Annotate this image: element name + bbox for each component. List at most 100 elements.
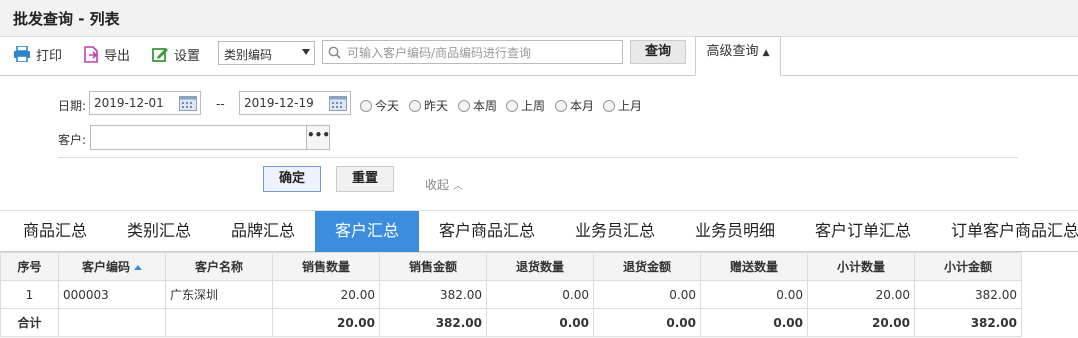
collapse-link[interactable]: 收起 ︿ — [425, 176, 463, 193]
title-bar: 批发查询 - 列表 — [0, 0, 1078, 37]
col-header[interactable]: 小计金额 — [914, 252, 1022, 281]
table-cell — [165, 308, 273, 337]
export-button[interactable]: 导出 — [83, 43, 130, 65]
table-cell: 20.00 — [807, 280, 915, 309]
panel-divider — [0, 75, 1078, 76]
confirm-button[interactable]: 确定 — [263, 166, 321, 192]
caret-up-icon: ▲ — [762, 48, 770, 58]
settings-button[interactable]: 设置 — [152, 43, 200, 65]
print-label: 打印 — [36, 48, 63, 64]
customer-input[interactable] — [90, 125, 307, 150]
reset-button[interactable]: 重置 — [336, 166, 394, 192]
chevron-down-icon — [302, 49, 310, 55]
col-header[interactable]: 小计数量 — [807, 252, 915, 281]
table-cell: 广东深圳 — [165, 280, 273, 309]
search-icon — [328, 46, 341, 59]
table-cell: 0.00 — [593, 280, 701, 309]
advanced-query-tab[interactable]: 高级查询 ▲ — [695, 36, 781, 76]
table-total-row: 合计 20.00 382.00 0.00 0.00 0.00 20.00 382… — [0, 308, 1022, 337]
date-to-field[interactable]: 2019-12-19 — [239, 91, 351, 115]
table-cell: 0.00 — [593, 308, 701, 337]
tab-product-summary[interactable]: 商品汇总 — [8, 211, 102, 252]
table-cell: 382.00 — [379, 308, 487, 337]
radio-circle[interactable] — [603, 99, 615, 112]
tab-category-summary[interactable]: 类别汇总 — [112, 211, 206, 252]
radio-label: 昨天 — [424, 99, 449, 113]
col-header-sorted[interactable]: 客户编码 — [58, 252, 166, 281]
summary-tabs: 商品汇总 类别汇总 品牌汇总 客户汇总 客户商品汇总 业务员汇总 业务员明细 客… — [0, 210, 1078, 252]
table-row[interactable]: 1 000003 广东深圳 20.00 382.00 0.00 0.00 0.0… — [0, 280, 1022, 309]
table-cell: 20.00 — [272, 280, 380, 309]
search-box[interactable] — [322, 40, 623, 64]
sort-asc-icon — [134, 265, 142, 270]
radio-label: 本月 — [570, 99, 595, 113]
tab-salesman-detail[interactable]: 业务员明细 — [680, 211, 790, 252]
search-input[interactable] — [345, 43, 619, 63]
radio-label: 上周 — [521, 99, 546, 113]
advanced-query-label: 高级查询 — [706, 44, 759, 59]
print-button[interactable]: 打印 — [13, 43, 62, 65]
tab-brand-summary[interactable]: 品牌汇总 — [216, 211, 310, 252]
customer-label: 客户: — [58, 133, 87, 147]
category-select-value: 类别编码 — [224, 48, 273, 62]
divider — [58, 157, 1018, 158]
table-cell: 382.00 — [914, 308, 1022, 337]
query-button[interactable]: 查询 — [630, 40, 686, 64]
radio-last-month[interactable]: 上月 — [603, 97, 642, 114]
export-icon — [84, 45, 98, 63]
radio-circle[interactable] — [555, 99, 567, 112]
table-header-row: 序号 客户编码 客户名称 销售数量 销售金额 退货数量 退货金额 赠送数量 小计… — [0, 252, 1022, 281]
collapse-label: 收起 — [425, 178, 450, 192]
radio-label: 今天 — [375, 99, 400, 113]
tab-customer-order-summary[interactable]: 客户订单汇总 — [800, 211, 926, 252]
tab-order-customer-product-summary[interactable]: 订单客户商品汇总 — [937, 211, 1078, 252]
export-label: 导出 — [104, 48, 131, 64]
radio-label: 上月 — [618, 99, 643, 113]
total-label: 合计 — [0, 308, 59, 337]
radio-circle[interactable] — [506, 99, 518, 112]
col-header[interactable]: 客户名称 — [165, 252, 273, 281]
edit-settings-icon — [152, 47, 168, 62]
table-cell: 0.00 — [486, 308, 594, 337]
page-title: 批发查询 - 列表 — [13, 10, 120, 28]
chevron-up-icon: ︿ — [452, 181, 463, 192]
table-cell: 382.00 — [914, 280, 1022, 309]
date-to-value: 2019-12-19 — [244, 96, 314, 110]
calendar-icon[interactable] — [179, 95, 197, 111]
table-cell: 0.00 — [700, 280, 808, 309]
col-header[interactable]: 销售金额 — [379, 252, 487, 281]
radio-circle[interactable] — [409, 99, 421, 112]
table-cell: 1 — [0, 280, 59, 309]
table-cell: 20.00 — [807, 308, 915, 337]
table-cell: 0.00 — [486, 280, 594, 309]
col-header-label: 客户编码 — [81, 260, 130, 274]
radio-last-week[interactable]: 上周 — [506, 97, 545, 114]
tab-salesman-summary[interactable]: 业务员汇总 — [560, 211, 670, 252]
table-cell: 382.00 — [379, 280, 487, 309]
date-from-field[interactable]: 2019-12-01 — [89, 91, 201, 115]
radio-today[interactable]: 今天 — [360, 97, 399, 114]
tab-customer-product-summary[interactable]: 客户商品汇总 — [428, 211, 546, 252]
col-header[interactable]: 序号 — [0, 252, 59, 281]
col-header[interactable]: 退货数量 — [486, 252, 594, 281]
col-header[interactable]: 退货金额 — [593, 252, 701, 281]
customer-more-button[interactable]: ••• — [306, 125, 330, 150]
radio-circle[interactable] — [360, 99, 372, 112]
category-select[interactable]: 类别编码 — [218, 41, 315, 65]
date-label: 日期: — [58, 99, 87, 113]
radio-circle[interactable] — [458, 99, 470, 112]
date-separator: -- — [216, 97, 225, 111]
settings-label: 设置 — [174, 48, 201, 64]
radio-this-month[interactable]: 本月 — [555, 97, 594, 114]
summary-table: 序号 客户编码 客户名称 销售数量 销售金额 退货数量 退货金额 赠送数量 小计… — [0, 252, 1022, 337]
col-header[interactable]: 销售数量 — [272, 252, 380, 281]
tab-customer-summary[interactable]: 客户汇总 — [315, 211, 419, 252]
table-cell: 20.00 — [272, 308, 380, 337]
table-cell — [58, 308, 166, 337]
table-cell: 0.00 — [700, 308, 808, 337]
calendar-icon[interactable] — [329, 95, 347, 111]
table-cell: 000003 — [58, 280, 166, 309]
radio-yesterday[interactable]: 昨天 — [409, 97, 448, 114]
radio-this-week[interactable]: 本周 — [458, 97, 497, 114]
col-header[interactable]: 赠送数量 — [700, 252, 808, 281]
